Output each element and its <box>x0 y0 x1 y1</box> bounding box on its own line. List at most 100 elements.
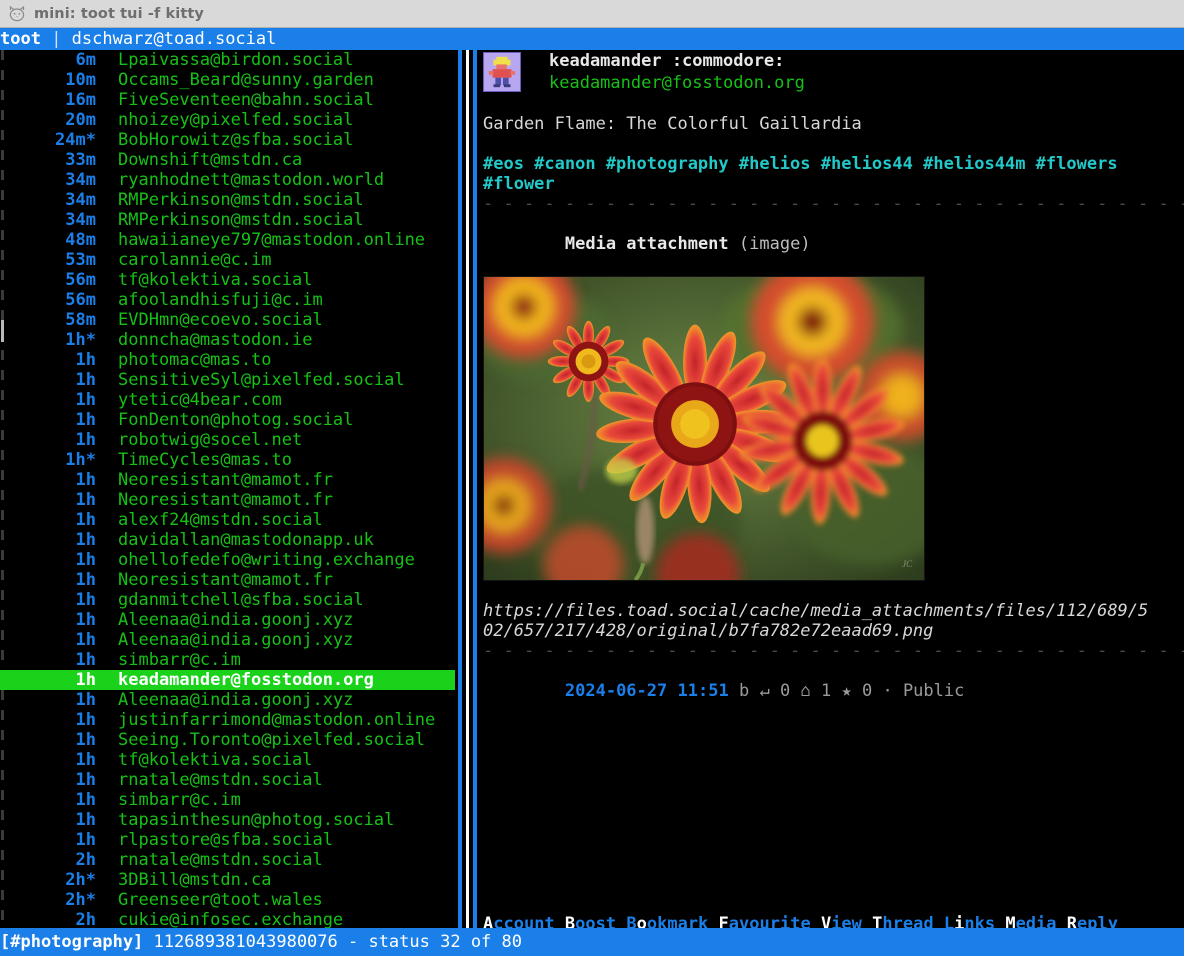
timeline-row-age: 34m <box>0 210 96 230</box>
pane-divider <box>457 50 479 956</box>
timeline-row-account: davidallan@mastodonapp.uk <box>96 530 374 550</box>
timeline-row[interactable]: 1hNeoresistant@mamot.fr <box>0 570 455 590</box>
timeline-row-account: Occams_Beard@sunny.garden <box>96 70 374 90</box>
timeline-row[interactable]: 6mLpaivassa@birdon.social <box>0 50 455 70</box>
timeline-list[interactable]: 6mLpaivassa@birdon.social10mOccams_Beard… <box>0 50 455 930</box>
timeline-row[interactable]: 1hdavidallan@mastodonapp.uk <box>0 530 455 550</box>
timeline-pane[interactable]: 6mLpaivassa@birdon.social10mOccams_Beard… <box>0 50 455 934</box>
timeline-row[interactable]: 1hytetic@4bear.com <box>0 390 455 410</box>
status-time: 11:51 <box>678 681 729 701</box>
timeline-row-age: 56m <box>0 290 96 310</box>
timeline-row-age: 48m <box>0 230 96 250</box>
metadata-dot: · <box>882 681 892 701</box>
timeline-row[interactable]: 1hohellofedefo@writing.exchange <box>0 550 455 570</box>
hashtags-line-1[interactable]: #eos #canon #photography #helios #helios… <box>483 154 1184 174</box>
timeline-row-account: Seeing.Toronto@pixelfed.social <box>96 730 425 750</box>
timeline-row[interactable]: 1hrlpastore@sfba.social <box>0 830 455 850</box>
timeline-row-account: FiveSeventeen@bahn.social <box>96 90 374 110</box>
timeline-row[interactable]: 1hSensitiveSyl@pixelfed.social <box>0 370 455 390</box>
media-attachment-image[interactable]: JC <box>483 276 925 581</box>
timeline-row[interactable]: 1hNeoresistant@mamot.fr <box>0 470 455 490</box>
timeline-row[interactable]: 56mafoolandhisfuji@c.im <box>0 290 455 310</box>
timeline-row-account: tapasinthesun@photog.social <box>96 810 394 830</box>
timeline-row-age: 33m <box>0 150 96 170</box>
timeline-row[interactable]: 33mDownshift@mstdn.ca <box>0 150 455 170</box>
timeline-row-age: 1h <box>0 350 96 370</box>
timeline-row-account: Aleenaa@india.goonj.xyz <box>96 690 353 710</box>
timeline-row[interactable]: 1hphotomac@mas.to <box>0 350 455 370</box>
timeline-row[interactable]: 1hrnatale@mstdn.social <box>0 770 455 790</box>
timeline-row-account: donncha@mastodon.ie <box>96 330 312 350</box>
timeline-row[interactable]: 20mnhoizey@pixelfed.social <box>0 110 455 130</box>
timeline-row[interactable]: 1hFonDenton@photog.social <box>0 410 455 430</box>
timeline-row[interactable]: 1h*donncha@mastodon.ie <box>0 330 455 350</box>
timeline-row-account: SensitiveSyl@pixelfed.social <box>96 370 405 390</box>
timeline-row[interactable]: 1hjustinfarrimond@mastodon.online <box>0 710 455 730</box>
timeline-row[interactable]: 2hrnatale@mstdn.social <box>0 850 455 870</box>
timeline-row[interactable]: 34mryanhodnett@mastodon.world <box>0 170 455 190</box>
timeline-row[interactable]: 1hgdanmitchell@sfba.social <box>0 590 455 610</box>
bookmark-indicator: b <box>739 681 749 701</box>
timeline-row[interactable]: 1htf@kolektiva.social <box>0 750 455 770</box>
timeline-row-age: 2h* <box>0 890 96 910</box>
timeline-row-age: 1h <box>0 630 96 650</box>
timeline-row-account: cukie@infosec.exchange <box>96 910 343 930</box>
timeline-row[interactable]: 56mtf@kolektiva.social <box>0 270 455 290</box>
timeline-row[interactable]: 1hkeadamander@fosstodon.org <box>0 670 455 690</box>
media-url-line-2[interactable]: 02/657/217/428/original/b7fa782e72eaad69… <box>483 621 1184 641</box>
timeline-row[interactable]: 1htapasinthesun@photog.social <box>0 810 455 830</box>
timeline-row[interactable]: 1hAleenaa@india.goonj.xyz <box>0 630 455 650</box>
timeline-row[interactable]: 1hAleenaa@india.goonj.xyz <box>0 610 455 630</box>
timeline-row-account: carolannie@c.im <box>96 250 272 270</box>
timeline-row-account: alexf24@mstdn.social <box>96 510 323 530</box>
status-author-header: keadamander :commodore: keadamander@foss… <box>483 50 1184 94</box>
media-attachment-label: Media attachment (image) <box>483 214 1184 274</box>
timeline-row[interactable]: 1hsimbarr@c.im <box>0 790 455 810</box>
timeline-row[interactable]: 2h*3DBill@mstdn.ca <box>0 870 455 890</box>
timeline-row[interactable]: 53mcarolannie@c.im <box>0 250 455 270</box>
timeline-row[interactable]: 1hSeeing.Toronto@pixelfed.social <box>0 730 455 750</box>
header-separator: | <box>41 28 72 50</box>
timeline-row-age: 1h <box>0 390 96 410</box>
timeline-row[interactable]: 2hcukie@infosec.exchange <box>0 910 455 930</box>
timeline-row[interactable]: 1hNeoresistant@mamot.fr <box>0 490 455 510</box>
timeline-row[interactable]: 2h*Greenseer@toot.wales <box>0 890 455 910</box>
spacer <box>483 581 1184 601</box>
timeline-row-age: 24m* <box>0 130 96 150</box>
timeline-row-account: BobHorowitz@sfba.social <box>96 130 353 150</box>
timeline-row[interactable]: 34mRMPerkinson@mstdn.social <box>0 190 455 210</box>
timeline-row[interactable]: 34mRMPerkinson@mstdn.social <box>0 210 455 230</box>
timeline-row-account: 3DBill@mstdn.ca <box>96 870 272 890</box>
author-handle: keadamander@fosstodon.org <box>549 72 1184 94</box>
timeline-row-account: TimeCycles@mas.to <box>96 450 292 470</box>
timeline-row[interactable]: 48mhawaiianeye797@mastodon.online <box>0 230 455 250</box>
timeline-row[interactable]: 1hsimbarr@c.im <box>0 650 455 670</box>
timeline-row[interactable]: 1hAleenaa@india.goonj.xyz <box>0 690 455 710</box>
visibility-label: Public <box>903 681 964 701</box>
hashtags-line-2[interactable]: #flower <box>483 174 1184 194</box>
timeline-row-account: Lpaivassa@birdon.social <box>96 50 353 70</box>
timeline-row[interactable]: 24m*BobHorowitz@sfba.social <box>0 130 455 150</box>
timeline-row-age: 1h <box>0 510 96 530</box>
timeline-row[interactable]: 1halexf24@mstdn.social <box>0 510 455 530</box>
timeline-row-age: 1h <box>0 610 96 630</box>
timeline-row-age: 1h <box>0 790 96 810</box>
timeline-row[interactable]: 1h*TimeCycles@mas.to <box>0 450 455 470</box>
timeline-row-age: 1h <box>0 370 96 390</box>
timeline-row-account: gdanmitchell@sfba.social <box>96 590 364 610</box>
timeline-row-age: 6m <box>0 50 96 70</box>
timeline-row-age: 53m <box>0 250 96 270</box>
timeline-row[interactable]: 10mOccams_Beard@sunny.garden <box>0 70 455 90</box>
timeline-row[interactable]: 58mEVDHmn@ecoevo.social <box>0 310 455 330</box>
timeline-row-age: 1h <box>0 750 96 770</box>
timeline-row[interactable]: 1hrobotwig@socel.net <box>0 430 455 450</box>
timeline-row-age: 2h <box>0 850 96 870</box>
media-url-line-1[interactable]: https://files.toad.social/cache/media_at… <box>483 601 1184 621</box>
status-bar: [#photography] 112689381043980076 - stat… <box>0 928 1184 956</box>
timeline-row[interactable]: 16mFiveSeventeen@bahn.social <box>0 90 455 110</box>
timeline-row-account: Neoresistant@mamot.fr <box>96 490 333 510</box>
detail-scrollbar-thumb[interactable] <box>466 50 469 956</box>
timeline-row-age: 1h <box>0 590 96 610</box>
timeline-row-age: 34m <box>0 190 96 210</box>
status-bar-position: 112689381043980076 - status 32 of 80 <box>143 932 522 952</box>
